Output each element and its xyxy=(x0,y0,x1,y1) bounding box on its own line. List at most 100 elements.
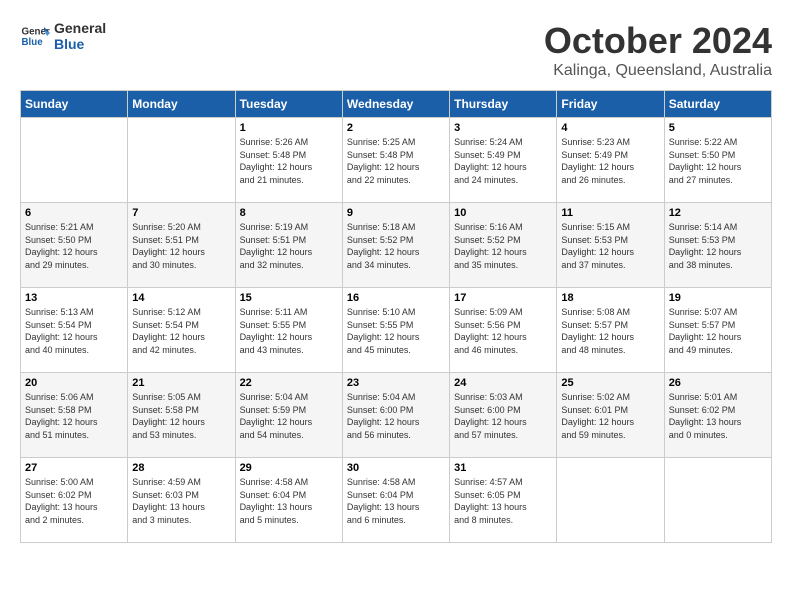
calendar-cell: 21Sunrise: 5:05 AM Sunset: 5:58 PM Dayli… xyxy=(128,373,235,458)
day-info: Sunrise: 5:12 AM Sunset: 5:54 PM Dayligh… xyxy=(132,306,230,356)
calendar-cell: 11Sunrise: 5:15 AM Sunset: 5:53 PM Dayli… xyxy=(557,203,664,288)
day-info: Sunrise: 5:23 AM Sunset: 5:49 PM Dayligh… xyxy=(561,136,659,186)
calendar-cell: 27 Sunrise: 5:00 AM Sunset: 6:02 PM Dayli… xyxy=(21,458,128,543)
day-info: Sunrise: 5:07 AM Sunset: 5:57 PM Dayligh… xyxy=(669,306,767,356)
day-number: 13 xyxy=(25,292,123,304)
calendar-day-header: Thursday xyxy=(450,91,557,118)
calendar-cell: 12 Sunrise: 5:14 AM Sunset: 5:53 PM Dayli… xyxy=(664,203,771,288)
day-info: Sunrise: 5:24 AM Sunset: 5:49 PM Dayligh… xyxy=(454,136,552,186)
day-info: Sunrise: 5:00 AM Sunset: 6:02 PM Dayligh… xyxy=(25,476,123,526)
calendar-cell: 14Sunrise: 5:12 AM Sunset: 5:54 PM Dayli… xyxy=(128,288,235,373)
calendar-cell: 28Sunrise: 4:59 AM Sunset: 6:03 PM Dayli… xyxy=(128,458,235,543)
day-info: Sunrise: 5:04 AM Sunset: 5:59 PM Dayligh… xyxy=(240,391,338,441)
calendar-day-header: Saturday xyxy=(664,91,771,118)
day-number: 12 xyxy=(669,207,767,219)
day-number: 15 xyxy=(240,292,338,304)
calendar-cell: 4 Sunrise: 5:23 AM Sunset: 5:49 PM Daylig… xyxy=(557,118,664,203)
day-number: 23 xyxy=(347,377,445,389)
day-number: 27 xyxy=(25,462,123,474)
calendar-cell: 29 Sunrise: 4:58 AM Sunset: 6:04 PM Dayli… xyxy=(235,458,342,543)
day-info: Sunrise: 4:59 AM Sunset: 6:03 PM Dayligh… xyxy=(132,476,230,526)
day-number: 7 xyxy=(132,207,230,219)
calendar-cell: 19 Sunrise: 5:07 AM Sunset: 5:57 PM Dayli… xyxy=(664,288,771,373)
day-info: Sunrise: 5:04 AM Sunset: 6:00 PM Dayligh… xyxy=(347,391,445,441)
day-number: 30 xyxy=(347,462,445,474)
day-number: 5 xyxy=(669,122,767,134)
calendar-week-row: 13 Sunrise: 5:13 AM Sunset: 5:54 PM Dayli… xyxy=(21,288,772,373)
calendar-cell xyxy=(664,458,771,543)
calendar-header-row: SundayMondayTuesdayWednesdayThursdayFrid… xyxy=(21,91,772,118)
day-number: 6 xyxy=(25,207,123,219)
calendar-cell: 25 Sunrise: 5:02 AM Sunset: 6:01 PM Dayli… xyxy=(557,373,664,458)
calendar-cell: 30 Sunrise: 4:58 AM Sunset: 6:04 PM Dayli… xyxy=(342,458,449,543)
calendar-cell: 31 Sunrise: 4:57 AM Sunset: 6:05 PM Dayli… xyxy=(450,458,557,543)
day-number: 8 xyxy=(240,207,338,219)
calendar-cell: 26Sunrise: 5:01 AM Sunset: 6:02 PM Dayli… xyxy=(664,373,771,458)
calendar-cell: 3 Sunrise: 5:24 AM Sunset: 5:49 PM Daylig… xyxy=(450,118,557,203)
calendar-cell: 2Sunrise: 5:25 AM Sunset: 5:48 PM Daylig… xyxy=(342,118,449,203)
day-info: Sunrise: 5:11 AM Sunset: 5:55 PM Dayligh… xyxy=(240,306,338,356)
day-number: 31 xyxy=(454,462,552,474)
day-info: Sunrise: 5:16 AM Sunset: 5:52 PM Dayligh… xyxy=(454,221,552,271)
calendar-cell: 8 Sunrise: 5:19 AM Sunset: 5:51 PM Daylig… xyxy=(235,203,342,288)
day-info: Sunrise: 5:03 AM Sunset: 6:00 PM Dayligh… xyxy=(454,391,552,441)
day-info: Sunrise: 5:09 AM Sunset: 5:56 PM Dayligh… xyxy=(454,306,552,356)
day-info: Sunrise: 4:57 AM Sunset: 6:05 PM Dayligh… xyxy=(454,476,552,526)
day-info: Sunrise: 5:05 AM Sunset: 5:58 PM Dayligh… xyxy=(132,391,230,441)
day-info: Sunrise: 4:58 AM Sunset: 6:04 PM Dayligh… xyxy=(240,476,338,526)
day-number: 24 xyxy=(454,377,552,389)
day-number: 25 xyxy=(561,377,659,389)
day-number: 22 xyxy=(240,377,338,389)
month-title: October 2024 xyxy=(544,20,772,62)
calendar-cell: 9 Sunrise: 5:18 AM Sunset: 5:52 PM Daylig… xyxy=(342,203,449,288)
day-info: Sunrise: 5:06 AM Sunset: 5:58 PM Dayligh… xyxy=(25,391,123,441)
day-info: Sunrise: 5:10 AM Sunset: 5:55 PM Dayligh… xyxy=(347,306,445,356)
day-info: Sunrise: 5:25 AM Sunset: 5:48 PM Dayligh… xyxy=(347,136,445,186)
day-info: Sunrise: 5:19 AM Sunset: 5:51 PM Dayligh… xyxy=(240,221,338,271)
calendar-cell: 16 Sunrise: 5:10 AM Sunset: 5:55 PM Dayli… xyxy=(342,288,449,373)
page-header: General Blue General Blue October 2024 K… xyxy=(20,20,772,80)
day-number: 3 xyxy=(454,122,552,134)
calendar-cell: 15 Sunrise: 5:11 AM Sunset: 5:55 PM Dayli… xyxy=(235,288,342,373)
day-info: Sunrise: 5:15 AM Sunset: 5:53 PM Dayligh… xyxy=(561,221,659,271)
day-info: Sunrise: 5:20 AM Sunset: 5:51 PM Dayligh… xyxy=(132,221,230,271)
day-number: 18 xyxy=(561,292,659,304)
calendar-week-row: 1Sunrise: 5:26 AM Sunset: 5:48 PM Daylig… xyxy=(21,118,772,203)
logo-general: General xyxy=(54,20,106,36)
calendar-day-header: Friday xyxy=(557,91,664,118)
day-number: 9 xyxy=(347,207,445,219)
logo-blue: Blue xyxy=(54,36,106,52)
day-info: Sunrise: 5:14 AM Sunset: 5:53 PM Dayligh… xyxy=(669,221,767,271)
day-info: Sunrise: 5:02 AM Sunset: 6:01 PM Dayligh… xyxy=(561,391,659,441)
calendar-cell: 17Sunrise: 5:09 AM Sunset: 5:56 PM Dayli… xyxy=(450,288,557,373)
day-info: Sunrise: 5:08 AM Sunset: 5:57 PM Dayligh… xyxy=(561,306,659,356)
calendar-cell: 7 Sunrise: 5:20 AM Sunset: 5:51 PM Daylig… xyxy=(128,203,235,288)
calendar-day-header: Tuesday xyxy=(235,91,342,118)
logo-icon: General Blue xyxy=(20,21,50,51)
day-number: 19 xyxy=(669,292,767,304)
logo: General Blue General Blue xyxy=(20,20,106,52)
calendar-cell: 18 Sunrise: 5:08 AM Sunset: 5:57 PM Dayli… xyxy=(557,288,664,373)
day-info: Sunrise: 5:13 AM Sunset: 5:54 PM Dayligh… xyxy=(25,306,123,356)
day-info: Sunrise: 5:01 AM Sunset: 6:02 PM Dayligh… xyxy=(669,391,767,441)
calendar-cell xyxy=(128,118,235,203)
calendar-cell xyxy=(557,458,664,543)
calendar-table: SundayMondayTuesdayWednesdayThursdayFrid… xyxy=(20,90,772,543)
day-number: 4 xyxy=(561,122,659,134)
day-info: Sunrise: 5:22 AM Sunset: 5:50 PM Dayligh… xyxy=(669,136,767,186)
calendar-day-header: Monday xyxy=(128,91,235,118)
calendar-week-row: 27 Sunrise: 5:00 AM Sunset: 6:02 PM Dayli… xyxy=(21,458,772,543)
day-info: Sunrise: 5:18 AM Sunset: 5:52 PM Dayligh… xyxy=(347,221,445,271)
calendar-day-header: Wednesday xyxy=(342,91,449,118)
calendar-cell: 10 Sunrise: 5:16 AM Sunset: 5:52 PM Dayli… xyxy=(450,203,557,288)
day-info: Sunrise: 4:58 AM Sunset: 6:04 PM Dayligh… xyxy=(347,476,445,526)
calendar-cell xyxy=(21,118,128,203)
calendar-cell: 6Sunrise: 5:21 AM Sunset: 5:50 PM Daylig… xyxy=(21,203,128,288)
day-number: 10 xyxy=(454,207,552,219)
calendar-cell: 22 Sunrise: 5:04 AM Sunset: 5:59 PM Dayli… xyxy=(235,373,342,458)
calendar-week-row: 6Sunrise: 5:21 AM Sunset: 5:50 PM Daylig… xyxy=(21,203,772,288)
day-number: 16 xyxy=(347,292,445,304)
calendar-cell: 23 Sunrise: 5:04 AM Sunset: 6:00 PM Dayli… xyxy=(342,373,449,458)
calendar-day-header: Sunday xyxy=(21,91,128,118)
day-number: 29 xyxy=(240,462,338,474)
